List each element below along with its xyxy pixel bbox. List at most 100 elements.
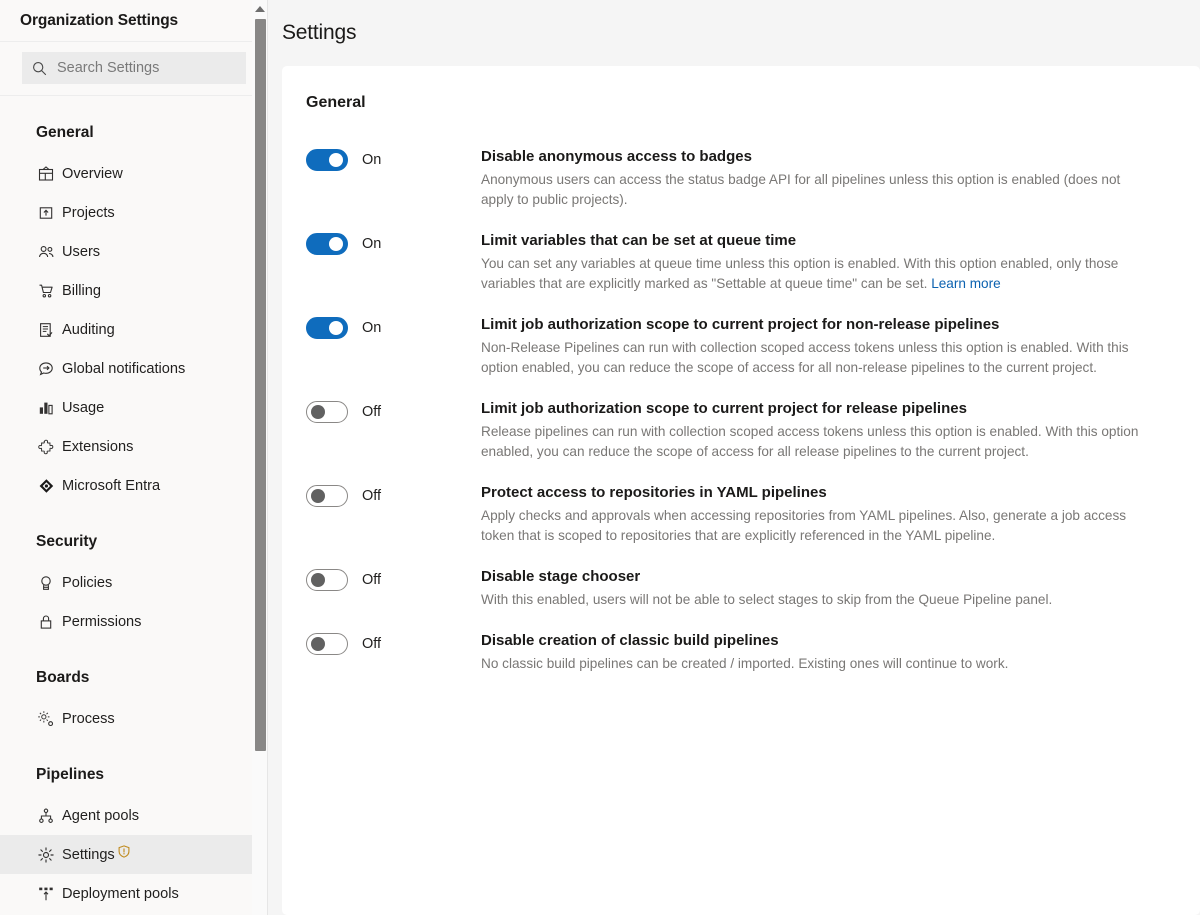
- toggle-limit-job-auth-scope-non-release[interactable]: [306, 317, 348, 339]
- page-title: Settings: [282, 21, 356, 45]
- sidebar-search-container: Search Settings: [0, 42, 268, 96]
- setting-title: Disable stage chooser: [481, 567, 1146, 587]
- organization-settings-page: Organization Settings Search Settings Ge…: [0, 0, 1200, 915]
- setting-row: Off Disable creation of classic build pi…: [306, 610, 1170, 674]
- setting-row: Off Limit job authorization scope to cur…: [306, 378, 1170, 462]
- setting-body: Limit job authorization scope to current…: [481, 399, 1146, 462]
- sidebar-item-label: Billing: [62, 283, 101, 299]
- notifications-comment-icon: [38, 361, 60, 377]
- nav-group-pipelines: Pipelines: [0, 760, 268, 790]
- sidebar-item-label: Projects: [62, 205, 115, 221]
- sidebar-item-label: Overview: [62, 166, 123, 182]
- sidebar-scrollbar[interactable]: [252, 0, 268, 915]
- setting-row: On Disable anonymous access to badges An…: [306, 126, 1170, 210]
- sidebar-item-label: Process: [62, 711, 115, 727]
- setting-title: Disable anonymous access to badges: [481, 147, 1146, 167]
- sidebar-item-label: Settings: [62, 847, 115, 863]
- scrollbar-thumb[interactable]: [255, 19, 266, 751]
- setting-description: With this enabled, users will not be abl…: [481, 590, 1146, 610]
- sidebar-item-label: Deployment pools: [62, 886, 179, 902]
- toggle-state-label: Off: [362, 572, 381, 588]
- setting-row: On Limit job authorization scope to curr…: [306, 294, 1170, 378]
- toggle-limit-variables-at-queue-time[interactable]: [306, 233, 348, 255]
- setting-description: Anonymous users can access the status ba…: [481, 170, 1146, 210]
- setting-description: Release pipelines can run with collectio…: [481, 422, 1146, 462]
- section-title-general: General: [306, 94, 1170, 112]
- sidebar-item-permissions[interactable]: Permissions: [0, 602, 268, 641]
- process-gear-icon: [38, 711, 60, 727]
- setting-title: Disable creation of classic build pipeli…: [481, 631, 1146, 651]
- sidebar-item-extensions[interactable]: Extensions: [0, 427, 268, 466]
- setting-title: Limit job authorization scope to current…: [481, 315, 1146, 335]
- setting-description: Apply checks and approvals when accessin…: [481, 506, 1146, 546]
- setting-row: Off Disable stage chooser With this enab…: [306, 546, 1170, 610]
- sidebar-item-deployment-pools[interactable]: Deployment pools: [0, 874, 268, 913]
- toggle-state-label: Off: [362, 488, 381, 504]
- toggle-state-label: On: [362, 152, 381, 168]
- setting-body: Disable creation of classic build pipeli…: [481, 631, 1146, 674]
- agent-pools-icon: [38, 808, 60, 824]
- policies-ribbon-icon: [38, 575, 60, 591]
- setting-description: You can set any variables at queue time …: [481, 254, 1146, 294]
- nav-group-security: Security: [0, 527, 268, 557]
- setting-row: Off Protect access to repositories in YA…: [306, 462, 1170, 546]
- sidebar-navigation: General Overview: [0, 96, 268, 915]
- nav-group-general: General: [0, 118, 268, 148]
- toggle-disable-stage-chooser[interactable]: [306, 569, 348, 591]
- users-people-icon: [38, 244, 60, 260]
- sidebar-item-policies[interactable]: Policies: [0, 563, 268, 602]
- search-input[interactable]: Search Settings: [57, 60, 159, 76]
- setting-description: No classic build pipelines can be create…: [481, 654, 1146, 674]
- setting-title: Protect access to repositories in YAML p…: [481, 483, 1146, 503]
- toggle-limit-job-auth-scope-release[interactable]: [306, 401, 348, 423]
- sidebar-item-label: Auditing: [62, 322, 115, 338]
- toggle-column: Off: [306, 483, 481, 507]
- sidebar-item-settings[interactable]: Settings: [0, 835, 268, 874]
- permissions-lock-icon: [38, 614, 60, 630]
- toggle-protect-access-to-repositories-yaml[interactable]: [306, 485, 348, 507]
- deployment-pools-icon: [38, 886, 60, 902]
- sidebar-title: Organization Settings: [20, 12, 178, 30]
- sidebar-item-global-notifications[interactable]: Global notifications: [0, 349, 268, 388]
- sidebar-item-usage[interactable]: Usage: [0, 388, 268, 427]
- sidebar-item-auditing[interactable]: Auditing: [0, 310, 268, 349]
- toggle-column: On: [306, 315, 481, 339]
- sidebar-item-projects[interactable]: Projects: [0, 193, 268, 232]
- sidebar-item-label: Usage: [62, 400, 104, 416]
- sidebar-item-overview[interactable]: Overview: [0, 154, 268, 193]
- sidebar-item-label: Agent pools: [62, 808, 139, 824]
- sidebar-item-agent-pools[interactable]: Agent pools: [0, 796, 268, 835]
- sidebar-header: Organization Settings: [0, 0, 268, 42]
- learn-more-link[interactable]: Learn more: [931, 276, 1001, 291]
- billing-cart-icon: [38, 283, 60, 299]
- toggle-column: On: [306, 231, 481, 255]
- nav-group-boards: Boards: [0, 663, 268, 693]
- sidebar-item-label: Extensions: [62, 439, 133, 455]
- toggle-column: Off: [306, 399, 481, 423]
- sidebar-item-billing[interactable]: Billing: [0, 271, 268, 310]
- setting-body: Limit variables that can be set at queue…: [481, 231, 1146, 294]
- search-icon: [32, 61, 47, 76]
- sidebar-item-label: Microsoft Entra: [62, 478, 160, 494]
- settings-card: General On Disable anonymous access to b…: [282, 66, 1200, 915]
- toggle-column: Off: [306, 631, 481, 655]
- overview-grid-icon: [38, 166, 60, 182]
- toggle-column: Off: [306, 567, 481, 591]
- sidebar-item-users[interactable]: Users: [0, 232, 268, 271]
- toggle-disable-creation-of-classic-build-pipelines[interactable]: [306, 633, 348, 655]
- toggle-state-label: Off: [362, 404, 381, 420]
- sidebar-item-label: Users: [62, 244, 100, 260]
- search-settings-box[interactable]: Search Settings: [22, 52, 246, 84]
- extensions-puzzle-icon: [38, 439, 60, 455]
- sidebar-item-process[interactable]: Process: [0, 699, 268, 738]
- setting-description: Non-Release Pipelines can run with colle…: [481, 338, 1146, 378]
- sidebar-item-microsoft-entra[interactable]: Microsoft Entra: [0, 466, 268, 505]
- scroll-up-arrow-icon[interactable]: [252, 0, 268, 17]
- projects-box-icon: [38, 205, 60, 221]
- sidebar-item-label: Permissions: [62, 614, 141, 630]
- shield-warning-badge: [118, 845, 130, 858]
- toggle-disable-anonymous-access-to-badges[interactable]: [306, 149, 348, 171]
- toggle-column: On: [306, 147, 481, 171]
- settings-gear-icon: [38, 847, 60, 863]
- setting-body: Disable stage chooser With this enabled,…: [481, 567, 1146, 610]
